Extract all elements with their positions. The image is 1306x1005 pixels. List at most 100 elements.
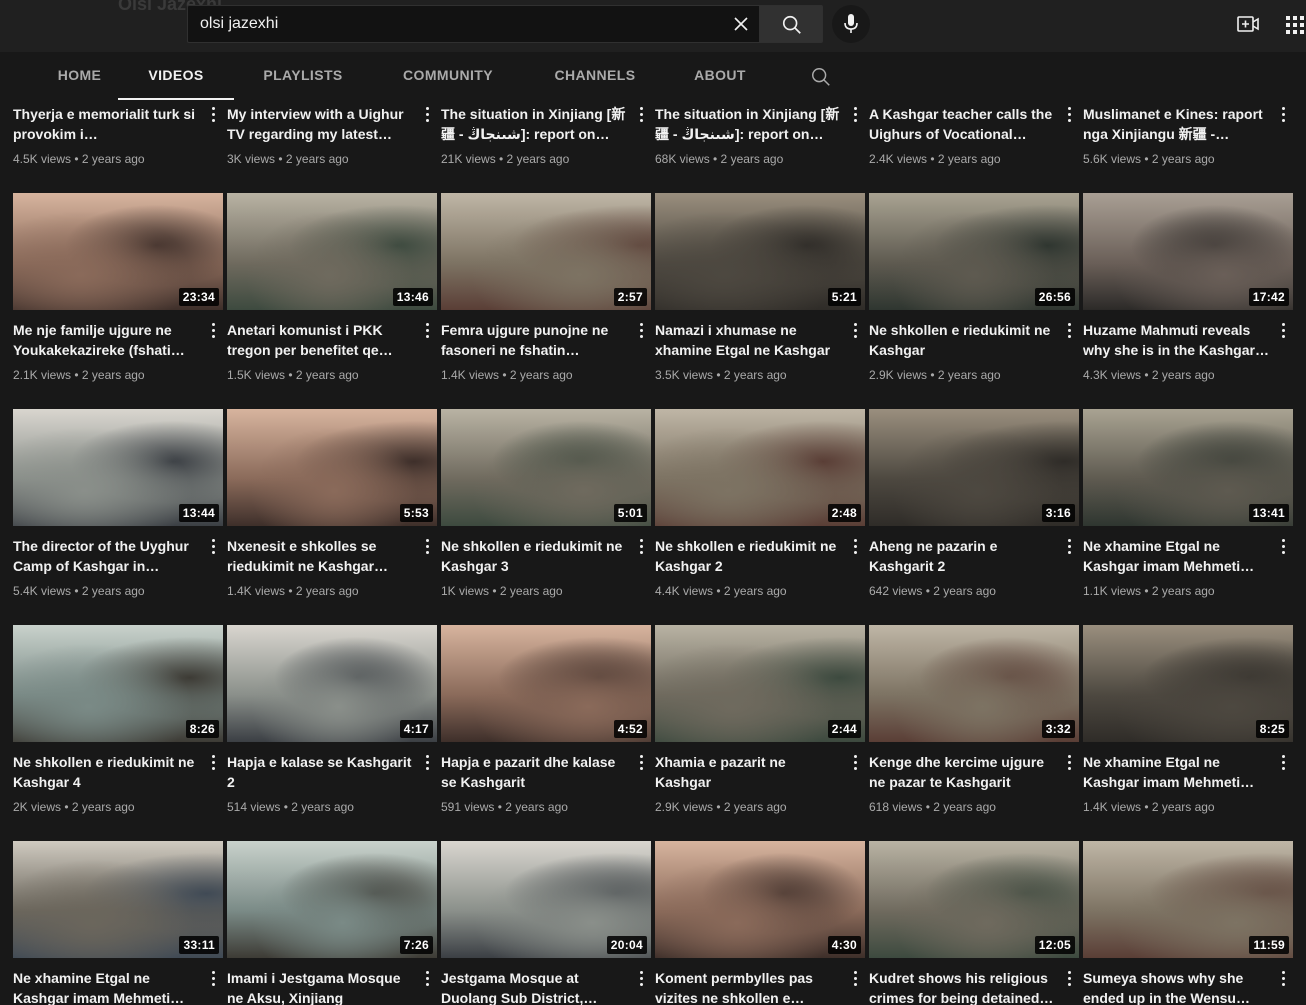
video-title[interactable]: Namazi i xhumase ne xhamine Etgal ne Kas…	[655, 320, 845, 360]
video-thumbnail[interactable]: 3:16	[869, 409, 1079, 526]
video-thumbnail[interactable]: 5:01	[441, 409, 651, 526]
more-vert-icon[interactable]	[849, 968, 863, 988]
video-meta: 642 views • 2 years ago	[869, 584, 996, 598]
video-title[interactable]: Ne shkollen e riedukimit ne Kashgar	[869, 320, 1059, 360]
more-vert-icon[interactable]	[421, 320, 435, 340]
more-vert-icon[interactable]	[207, 536, 221, 556]
more-vert-icon[interactable]	[849, 320, 863, 340]
more-vert-icon[interactable]	[421, 752, 435, 772]
video-thumbnail[interactable]: 4:52	[441, 625, 651, 742]
more-vert-icon[interactable]	[1277, 536, 1291, 556]
video-title[interactable]: A Kashgar teacher calls the Uighurs of V…	[869, 104, 1059, 144]
video-thumbnail[interactable]: 7:26	[227, 841, 437, 958]
more-vert-icon[interactable]	[1277, 104, 1291, 124]
more-vert-icon[interactable]	[207, 752, 221, 772]
video-title[interactable]: Femra ujgure punojne ne fasoneri ne fsha…	[441, 320, 631, 360]
video-title[interactable]: Kenge dhe kercime ujgure ne pazar te Kas…	[869, 752, 1059, 792]
search-button[interactable]	[759, 5, 823, 43]
more-vert-icon[interactable]	[635, 320, 649, 340]
video-thumbnail[interactable]: 13:41	[1083, 409, 1293, 526]
video-thumbnail[interactable]: 2:48	[655, 409, 865, 526]
video-title[interactable]: Sumeya shows why she ended up in the Wen…	[1083, 968, 1273, 1005]
more-vert-icon[interactable]	[849, 104, 863, 124]
video-title[interactable]: Xhamia e pazarit ne Kashgar	[655, 752, 845, 792]
video-title[interactable]: Koment permbylles pas vizites ne shkolle…	[655, 968, 845, 1005]
video-title[interactable]: Ne xhamine Etgal ne Kashgar imam Mehmeti…	[13, 968, 203, 1005]
video-title[interactable]: Ne shkollen e riedukimit ne Kashgar 4	[13, 752, 203, 792]
video-thumbnail[interactable]: 26:56	[869, 193, 1079, 310]
video-thumbnail[interactable]: 2:57	[441, 193, 651, 310]
apps-grid-icon[interactable]	[1284, 14, 1306, 36]
video-thumbnail[interactable]: 8:25	[1083, 625, 1293, 742]
more-vert-icon[interactable]	[421, 968, 435, 988]
video-thumbnail[interactable]: 17:42	[1083, 193, 1293, 310]
video-thumbnail[interactable]: 8:26	[13, 625, 223, 742]
video-thumbnail[interactable]: 4:17	[227, 625, 437, 742]
video-thumbnail[interactable]: 13:44	[13, 409, 223, 526]
tab-videos[interactable]: VIDEOS	[118, 52, 234, 100]
more-vert-icon[interactable]	[635, 752, 649, 772]
more-vert-icon[interactable]	[1277, 320, 1291, 340]
video-title[interactable]: Muslimanet e Kines: raport nga Xinjiangu…	[1083, 104, 1273, 144]
more-vert-icon[interactable]	[635, 104, 649, 124]
more-vert-icon[interactable]	[1063, 104, 1077, 124]
video-title[interactable]: Anetari komunist i PKK tregon per benefi…	[227, 320, 417, 360]
video-thumbnail[interactable]: 3:32	[869, 625, 1079, 742]
more-vert-icon[interactable]	[421, 536, 435, 556]
video-thumbnail[interactable]: 5:53	[227, 409, 437, 526]
more-vert-icon[interactable]	[207, 104, 221, 124]
video-title[interactable]: Jestgama Mosque at Duolang Sub District,…	[441, 968, 631, 1005]
video-title[interactable]: Ne shkollen e riedukimit ne Kashgar 2	[655, 536, 845, 576]
video-thumbnail[interactable]: 12:05	[869, 841, 1079, 958]
video-thumbnail[interactable]: 4:30	[655, 841, 865, 958]
channel-search-icon[interactable]	[810, 66, 832, 88]
video-title[interactable]: The situation in Xinjiang [新疆 - شىنجاڭ]:…	[655, 104, 845, 144]
more-vert-icon[interactable]	[849, 536, 863, 556]
more-vert-icon[interactable]	[207, 320, 221, 340]
video-title[interactable]: Hapja e kalase se Kashgarit 2	[227, 752, 417, 792]
video-thumbnail[interactable]: 11:59	[1083, 841, 1293, 958]
more-vert-icon[interactable]	[1063, 968, 1077, 988]
video-title[interactable]: The situation in Xinjiang [新疆 - شىنجاڭ]:…	[441, 104, 631, 144]
tab-channels[interactable]: CHANNELS	[537, 52, 653, 100]
video-add-icon[interactable]	[1236, 12, 1260, 36]
tab-about[interactable]: ABOUT	[662, 52, 778, 100]
video-title[interactable]: Kudret shows his religious crimes for be…	[869, 968, 1059, 1005]
video-thumbnail[interactable]: 33:11	[13, 841, 223, 958]
video-title[interactable]: Thyerja e memorialit turk si provokim i…	[13, 104, 203, 144]
video-thumbnail[interactable]: 5:21	[655, 193, 865, 310]
more-vert-icon[interactable]	[421, 104, 435, 124]
video-title[interactable]: Imami i Jestgama Mosque ne Aksu, Xinjian…	[227, 968, 417, 1005]
more-vert-icon[interactable]	[635, 536, 649, 556]
video-title[interactable]: Huzame Mahmuti reveals why she is in the…	[1083, 320, 1273, 360]
video-title[interactable]: Ne xhamine Etgal ne Kashgar imam Mehmeti…	[1083, 752, 1273, 792]
video-title[interactable]: Ne shkollen e riedukimit ne Kashgar 3	[441, 536, 631, 576]
more-vert-icon[interactable]	[635, 968, 649, 988]
video-thumbnail[interactable]: 2:44	[655, 625, 865, 742]
video-title[interactable]: The director of the Uyghur Camp of Kashg…	[13, 536, 203, 576]
video-thumbnail[interactable]: 13:46	[227, 193, 437, 310]
video-meta: 3K views • 2 years ago	[227, 152, 349, 166]
more-vert-icon[interactable]	[1277, 752, 1291, 772]
more-vert-icon[interactable]	[849, 752, 863, 772]
more-vert-icon[interactable]	[1063, 752, 1077, 772]
video-title[interactable]: Me nje familje ujgure ne Youkakekazireke…	[13, 320, 203, 360]
video-thumbnail[interactable]: 23:34	[13, 193, 223, 310]
more-vert-icon[interactable]	[1063, 536, 1077, 556]
close-icon[interactable]	[729, 12, 753, 36]
tab-community[interactable]: COMMUNITY	[390, 52, 506, 100]
more-vert-icon[interactable]	[1063, 320, 1077, 340]
video-grid: Thyerja e memorialit turk si provokim i……	[0, 0, 1306, 1005]
video-thumbnail[interactable]: 20:04	[441, 841, 651, 958]
video-title[interactable]: Ne xhamine Etgal ne Kashgar imam Mehmeti…	[1083, 536, 1273, 576]
more-vert-icon[interactable]	[207, 968, 221, 988]
channel-tabs: HOME VIDEOS PLAYLISTS COMMUNITY CHANNELS…	[0, 52, 1306, 100]
tab-playlists[interactable]: PLAYLISTS	[245, 52, 361, 100]
video-title[interactable]: Nxenesit e shkolles se riedukimit ne Kas…	[227, 536, 417, 576]
video-title[interactable]: My interview with a Uighur TV regarding …	[227, 104, 417, 144]
voice-search-button[interactable]	[832, 5, 870, 43]
video-title[interactable]: Aheng ne pazarin e Kashgarit 2	[869, 536, 1059, 576]
more-vert-icon[interactable]	[1277, 968, 1291, 988]
video-title[interactable]: Hapja e pazarit dhe kalase se Kashgarit	[441, 752, 631, 792]
search-input[interactable]	[200, 6, 720, 42]
